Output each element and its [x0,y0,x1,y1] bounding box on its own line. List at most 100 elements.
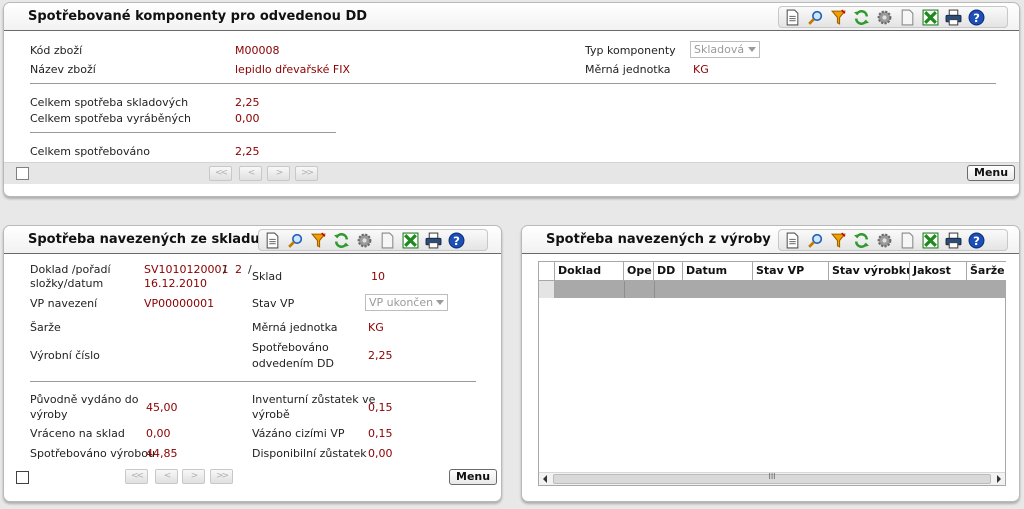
print-icon[interactable] [943,8,964,26]
panel-header: Spotřeba navezených ze skladu ? [4,226,501,254]
doklad-order-value: 2 [235,263,242,276]
column-header-doklad[interactable]: Doklad [555,262,624,281]
production-grid: Doklad Ope DD Datum Stav VP Stav výrobku… [538,261,1006,486]
cell-divider [624,281,625,298]
panel-header: Spotřebované komponenty pro odvedenou DD… [4,3,1019,31]
new-document-icon[interactable] [262,231,283,249]
spotrebovano-dd-label: Spotřebováno [252,341,329,354]
celkem-spotrebovano-value: 2,25 [235,145,260,158]
sklad-value: 10 [371,270,385,283]
celkem-skladovych-value: 2,25 [235,96,260,109]
doklad-separator: / [223,263,227,276]
select-checkbox[interactable] [16,167,29,180]
excel-export-icon[interactable] [400,231,421,249]
table-row[interactable] [539,281,1005,298]
filter-icon[interactable] [828,231,849,249]
settings-icon[interactable] [874,8,895,26]
merna-jednotka-value: KG [368,321,384,334]
help-icon[interactable]: ? [966,8,987,26]
divider [30,381,476,382]
doklad-date-value: 16.12.2010 [144,277,207,290]
search-icon[interactable] [805,231,826,249]
search-icon[interactable] [285,231,306,249]
row-selector-header [539,262,555,281]
puvodne-vydano-label: Původně vydáno do [30,393,139,406]
nazev-zbozi-value: lepidlo dřevařské FIX [235,63,351,76]
column-header-stav-vp[interactable]: Stav VP [753,262,829,281]
horizontal-scrollbar[interactable]: III [539,472,1005,485]
search-icon[interactable] [805,8,826,26]
excel-export-icon[interactable] [920,8,941,26]
stav-vp-select[interactable]: VP ukončen [365,294,448,311]
doklad-number-value: SV1010120001 [144,263,229,276]
menu-button[interactable]: Menu [449,469,498,485]
new-document-icon[interactable] [782,8,803,26]
column-header-stav-vyrobku[interactable]: Stav výrobku [829,262,910,281]
production-consumption-panel: Spotřeba navezených z výroby ? Doklad Op… [521,225,1020,502]
inventurni-zustatek-value: 0,15 [368,401,393,414]
doklad-label: Doklad /pořadí [30,263,111,276]
svg-text:?: ? [973,10,980,24]
stav-vp-label: Stav VP [252,297,295,310]
column-header-ope[interactable]: Ope [624,262,654,281]
print-icon[interactable] [423,231,444,249]
next-record-button[interactable]: > [267,166,290,181]
help-icon[interactable]: ? [446,231,467,249]
column-header-dd[interactable]: DD [654,262,683,281]
column-header-datum[interactable]: Datum [683,262,753,281]
column-header-jakost[interactable]: Jakost [910,262,967,281]
column-header-sarze[interactable]: Šarže [967,262,1006,281]
first-record-button[interactable]: << [125,469,148,484]
menu-button[interactable]: Menu [967,165,1016,181]
vazano-label: Vázáno cizími VP [252,427,345,440]
filter-icon[interactable] [828,8,849,26]
merna-jednotka-label: Měrná jednotka [585,63,671,76]
vraceno-label: Vráceno na sklad [30,427,125,440]
excel-export-icon[interactable] [920,231,941,249]
settings-icon[interactable] [354,231,375,249]
help-icon[interactable]: ? [966,231,987,249]
puvodne-vydano-value: 45,00 [146,401,178,414]
row-selector[interactable] [539,281,555,298]
settings-icon[interactable] [874,231,895,249]
vazano-value: 0,15 [368,427,393,440]
previous-record-button[interactable]: < [155,469,178,484]
typ-komponenty-label: Typ komponenty [585,44,676,57]
typ-komponenty-select[interactable]: Skladová [690,41,760,58]
spotrebovano-dd-value: 2,25 [368,349,393,362]
celkem-vyrabenych-value: 0,00 [235,112,260,125]
refresh-icon[interactable] [851,8,872,26]
vp-navezeni-value: VP00000001 [144,297,215,310]
select-checkbox[interactable] [16,471,29,484]
toolbar: ? [258,229,488,251]
scrollbar-thumb[interactable]: III [553,472,991,484]
panel-footer: << < > >> Menu [4,466,501,490]
panel-footer: << < > >> Menu [4,162,1019,184]
celkem-spotrebovano-label: Celkem spotřebováno [30,145,150,158]
toolbar: ? [778,6,1008,28]
new-document-icon[interactable] [782,231,803,249]
warehouse-consumption-panel: Spotřeba navezených ze skladu ? Doklad /… [3,225,502,502]
scroll-grip: III [768,472,776,481]
first-record-button[interactable]: << [209,166,232,181]
toolbar: ? [778,229,1008,251]
previous-record-button[interactable]: < [239,166,262,181]
scroll-left-icon[interactable] [543,475,547,483]
next-record-button[interactable]: > [182,469,205,484]
refresh-icon[interactable] [331,231,352,249]
panel-title: Spotřeba navezených z výroby [546,232,771,247]
last-record-button[interactable]: >> [295,166,318,181]
print-icon[interactable] [943,231,964,249]
panel-header: Spotřeba navezených z výroby ? [522,226,1019,254]
inventurni-zustatek-label: Inventurní zůstatek ve [252,393,376,406]
blank-document-icon[interactable] [377,231,398,249]
vp-navezeni-label: VP navezení [30,297,98,310]
last-record-button[interactable]: >> [210,469,233,484]
filter-icon[interactable] [308,231,329,249]
refresh-icon[interactable] [851,231,872,249]
inventurni-zustatek-label-line2: výrobě [252,408,290,421]
blank-document-icon[interactable] [897,231,918,249]
scroll-right-icon[interactable] [997,475,1001,483]
blank-document-icon[interactable] [897,8,918,26]
spotrebovano-vyrobou-label: Spotřebováno výrobou [30,447,155,460]
